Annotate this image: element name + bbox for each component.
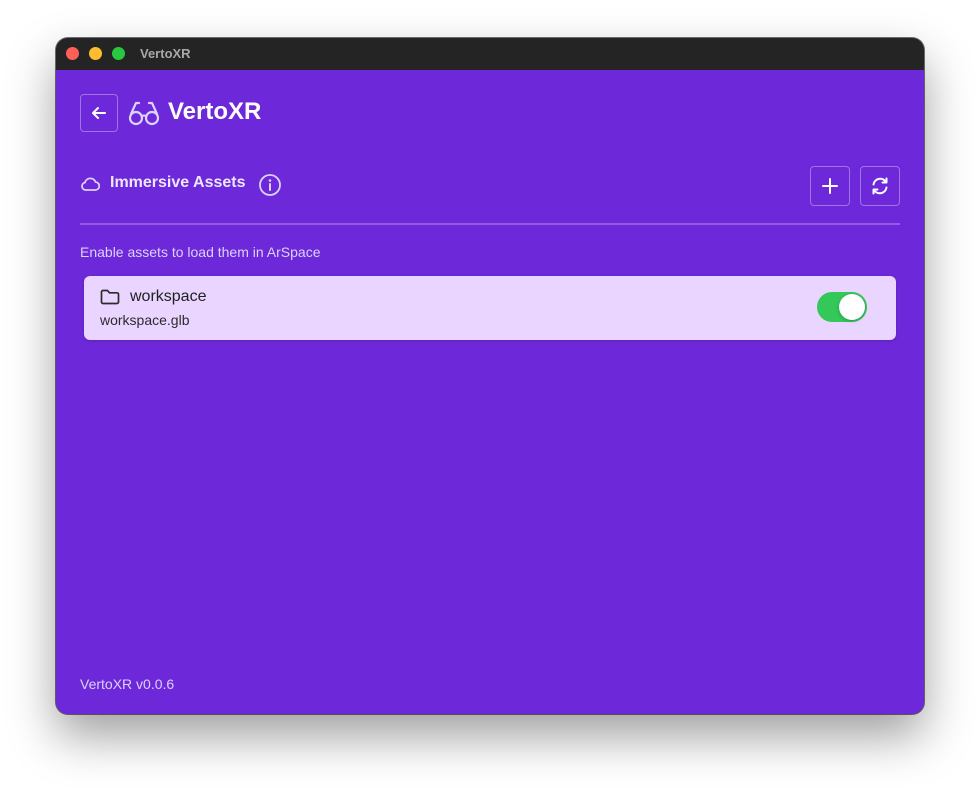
glasses-icon — [128, 101, 160, 126]
brand-name: VertoXR — [168, 98, 262, 125]
toggle-knob — [839, 294, 865, 320]
maximize-window-button[interactable] — [112, 47, 125, 60]
refresh-button[interactable] — [860, 166, 900, 206]
folder-icon — [100, 289, 120, 305]
version-label: VertoXR v0.0.6 — [80, 676, 175, 692]
info-icon[interactable] — [258, 173, 282, 197]
arrow-left-icon — [92, 107, 106, 119]
close-window-button[interactable] — [66, 47, 79, 60]
app-window: VertoXR VertoXR Immersive Assets Enable … — [56, 38, 924, 714]
minimize-window-button[interactable] — [89, 47, 102, 60]
asset-filename: workspace.glb — [100, 312, 190, 328]
back-button[interactable] — [80, 94, 118, 132]
title-bar: VertoXR — [56, 38, 924, 70]
plus-icon — [822, 178, 838, 194]
refresh-icon — [872, 177, 888, 195]
main-content: VertoXR Immersive Assets Enable assets t… — [56, 70, 924, 714]
section-divider — [80, 223, 900, 225]
window-title: VertoXR — [140, 46, 191, 61]
add-asset-button[interactable] — [810, 166, 850, 206]
asset-name: workspace — [130, 288, 207, 305]
asset-enable-toggle[interactable] — [817, 292, 867, 322]
assets-hint: Enable assets to load them in ArSpace — [80, 244, 321, 260]
cloud-icon — [81, 177, 100, 191]
section-title: Immersive Assets — [110, 174, 246, 191]
asset-item: workspace workspace.glb — [84, 276, 896, 340]
